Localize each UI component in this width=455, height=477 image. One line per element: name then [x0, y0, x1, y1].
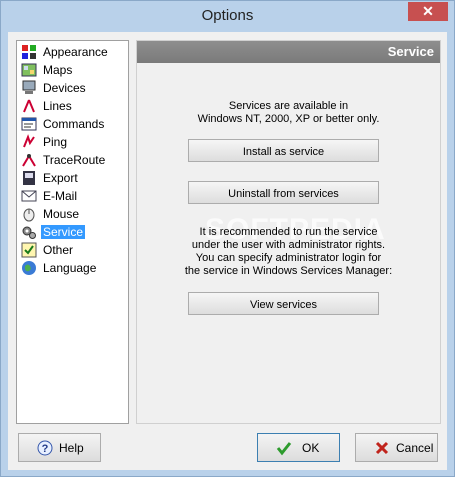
sidebar-item-traceroute[interactable]: TraceRoute	[19, 151, 125, 169]
panel-header: Service	[137, 41, 440, 63]
view-services-button[interactable]: View services	[188, 292, 379, 315]
sidebar-item-label: Service	[41, 225, 86, 239]
lines-icon	[23, 99, 35, 113]
sidebar-item-label: Lines	[43, 99, 72, 113]
ok-label: OK	[302, 441, 320, 455]
install-service-label: Install as service	[242, 146, 325, 158]
sidebar-item-label: Commands	[43, 117, 105, 131]
sidebar-item-label: Mouse	[43, 207, 80, 221]
dialog-client: Appearance Maps Devices Lines Commands P…	[8, 32, 447, 470]
recommendation-line-2: under the user with administrator rights…	[191, 239, 386, 251]
sidebar-item-other[interactable]: Other	[19, 241, 125, 259]
commands-icon	[21, 117, 37, 131]
traceroute-icon	[22, 154, 36, 167]
uninstall-service-button[interactable]: Uninstall from services	[188, 181, 379, 204]
title-bar: Options ✕	[1, 1, 454, 31]
language-icon	[22, 261, 36, 275]
sidebar-item-label: Ping	[43, 135, 68, 149]
recommendation-line-4: the service in Windows Services Manager:	[184, 265, 393, 277]
sidebar-item-label: Appearance	[43, 45, 108, 59]
sidebar-item-appearance[interactable]: Appearance	[19, 43, 125, 61]
svg-text:?: ?	[42, 443, 49, 455]
view-services-label: View services	[249, 299, 318, 311]
uninstall-service-label: Uninstall from services	[228, 188, 339, 200]
recommendation-line-1: It is recommended to run the service	[199, 226, 378, 238]
window-title: Options	[201, 7, 254, 24]
cancel-label: Cancel	[396, 441, 434, 455]
sidebar-item-label: Language	[43, 261, 97, 275]
appearance-icon	[22, 45, 36, 59]
maps-icon	[21, 63, 37, 77]
sidebar-item-devices[interactable]: Devices	[19, 79, 125, 97]
ok-button[interactable]: OK	[257, 433, 340, 462]
panel-title: Service	[387, 44, 434, 59]
other-icon	[21, 242, 37, 258]
recommendation-line-3: You can specify administrator login for	[195, 252, 382, 264]
sidebar-item-label: Export	[43, 171, 78, 185]
service-panel: Service Services are available in Window…	[136, 40, 441, 424]
close-button[interactable]: ✕	[408, 2, 448, 21]
sidebar-item-label: Maps	[43, 63, 73, 77]
cancel-x-icon	[375, 441, 389, 455]
help-icon: ?	[37, 440, 53, 456]
sidebar-item-maps[interactable]: Maps	[19, 61, 125, 79]
ping-icon	[23, 134, 35, 148]
sidebar-item-service[interactable]: Service	[19, 223, 125, 241]
sidebar-item-mouse[interactable]: Mouse	[19, 205, 125, 223]
devices-icon	[22, 80, 36, 94]
help-button[interactable]: ? Help	[18, 433, 101, 462]
export-icon	[23, 171, 35, 185]
close-icon: ✕	[422, 3, 434, 19]
help-label: Help	[59, 441, 84, 455]
mouse-icon	[23, 208, 35, 222]
options-sidebar: Appearance Maps Devices Lines Commands P…	[16, 40, 129, 424]
sidebar-item-ping[interactable]: Ping	[19, 133, 125, 151]
service-icon	[22, 226, 36, 239]
service-info-line-2: Windows NT, 2000, XP or better only.	[197, 113, 380, 125]
sidebar-item-commands[interactable]: Commands	[19, 115, 125, 133]
cancel-button[interactable]: Cancel	[355, 433, 438, 462]
install-service-button[interactable]: Install as service	[188, 139, 379, 162]
sidebar-item-label: E-Mail	[43, 189, 78, 203]
email-icon	[21, 190, 37, 202]
sidebar-item-export[interactable]: Export	[19, 169, 125, 187]
sidebar-item-label: Other	[43, 243, 74, 257]
sidebar-item-label: Devices	[43, 81, 86, 95]
checkmark-icon	[276, 442, 292, 456]
service-info-line-1: Services are available in	[228, 100, 349, 112]
sidebar-item-email[interactable]: E-Mail	[19, 187, 125, 205]
sidebar-item-lines[interactable]: Lines	[19, 97, 125, 115]
options-window: Options ✕ Appearance Maps Devices Lines	[0, 0, 455, 477]
sidebar-item-language[interactable]: Language	[19, 259, 125, 277]
sidebar-item-label: TraceRoute	[43, 153, 106, 167]
